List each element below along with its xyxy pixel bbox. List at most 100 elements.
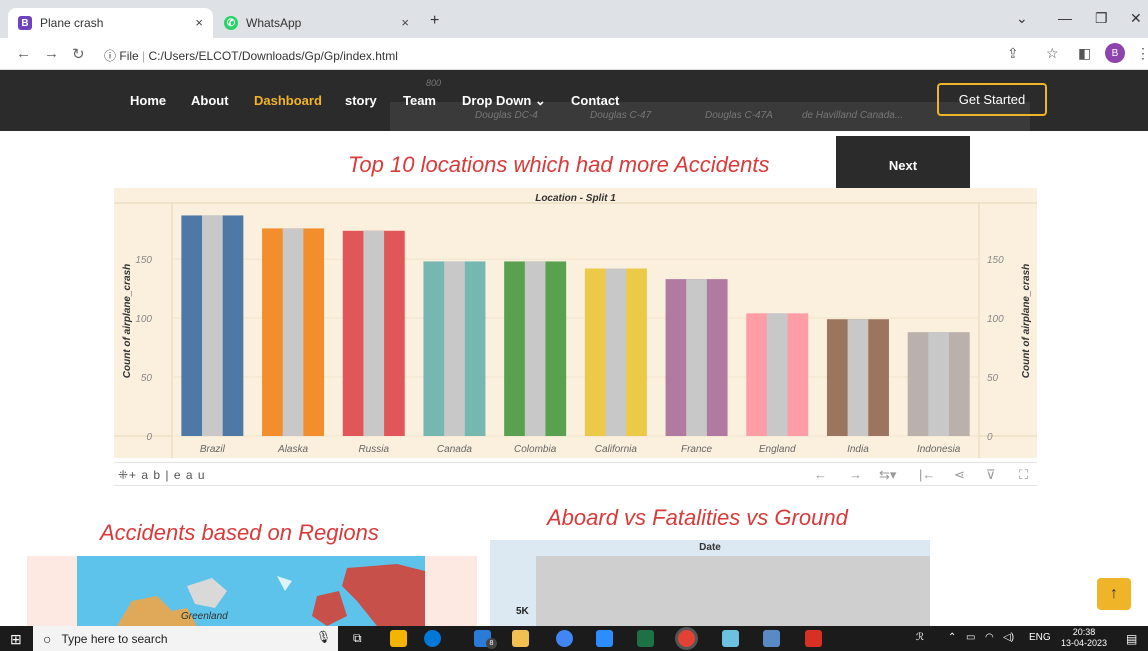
photos-icon[interactable] xyxy=(763,630,780,647)
taskbar-search[interactable]: ○ Type here to search 🎙 xyxy=(33,626,338,651)
reset-icon[interactable]: |← xyxy=(919,467,935,482)
excel-icon[interactable] xyxy=(637,630,654,647)
notifications-icon[interactable]: ▤ xyxy=(1126,632,1137,646)
share-icon[interactable]: ⇪ xyxy=(1007,45,1019,62)
new-tab-button[interactable]: + xyxy=(430,12,439,30)
tray-chevron-icon[interactable]: ⌃ xyxy=(948,632,956,643)
bar-overlay xyxy=(524,261,546,436)
browser-toolbar: ← → ↻ ⓘ File | C:/Users/ELCOT/Downloads/… xyxy=(0,38,1148,70)
land-iceland xyxy=(277,576,292,591)
back-icon[interactable]: ← xyxy=(16,45,31,62)
date-header: Date xyxy=(699,542,721,553)
close-tab-icon[interactable]: × xyxy=(195,15,203,30)
mail-icon[interactable]: 8 xyxy=(474,630,497,649)
download-icon[interactable]: ⊽ xyxy=(986,467,996,483)
edge-icon[interactable] xyxy=(424,630,441,647)
chart-title: Location - Split 1 xyxy=(535,193,616,204)
bleed-label: de Havilland Canada... xyxy=(802,110,904,121)
fullscreen-icon[interactable]: ⛶ xyxy=(1019,467,1028,483)
minimize-icon[interactable]: — xyxy=(1058,10,1072,26)
next-button[interactable]: Next xyxy=(836,136,970,195)
y-tick-left: 150 xyxy=(135,255,152,266)
tab-search-icon[interactable]: ⌄ xyxy=(1016,10,1028,27)
bootstrap-icon: B xyxy=(18,16,32,30)
tab-title: WhatsApp xyxy=(246,16,302,30)
side-panel-icon[interactable]: ◧ xyxy=(1078,45,1091,62)
x-tick-label: Brazil xyxy=(200,444,226,455)
url-prefix: File xyxy=(119,49,139,63)
tab-whatsapp[interactable]: ✆ WhatsApp × xyxy=(214,8,419,38)
profile-avatar[interactable]: B xyxy=(1105,43,1125,63)
land-europe xyxy=(312,591,347,626)
aboard-fatalities-viz[interactable]: Date 5K xyxy=(490,540,930,626)
mic-icon[interactable]: 🎙 xyxy=(316,630,331,644)
y-tick-left: 100 xyxy=(135,314,152,325)
forward-icon[interactable]: → xyxy=(44,45,59,62)
section-title-locations: Top 10 locations which had more Accident… xyxy=(348,152,770,177)
bar-overlay xyxy=(363,230,385,436)
y-tick-right: 50 xyxy=(987,373,999,384)
close-window-icon[interactable]: ✕ xyxy=(1130,10,1142,27)
bar-overlay xyxy=(928,332,949,436)
clock[interactable]: 20:38 13-04-2023 xyxy=(1061,627,1107,649)
nav-team[interactable]: Team xyxy=(403,93,436,108)
nav-dashboard[interactable]: Dashboard xyxy=(254,93,322,108)
windows-start-icon[interactable]: ⊞ xyxy=(10,631,22,648)
notification-badge: 8 xyxy=(486,638,497,649)
battery-icon[interactable]: ▭ xyxy=(966,632,975,643)
task-view-icon[interactable]: ⧉ xyxy=(353,631,362,646)
browser-tab-strip: B Plane crash × ✆ WhatsApp × + ⌄ — ❐ ✕ xyxy=(0,0,1148,38)
wifi-icon[interactable]: ◠ xyxy=(985,632,994,643)
redo-icon[interactable]: → xyxy=(849,467,862,482)
get-started-button[interactable]: Get Started xyxy=(937,83,1047,116)
y-axis-label-right: Count of airplane_crash xyxy=(1021,264,1032,378)
undo-icon[interactable]: ← xyxy=(814,467,827,482)
bookmark-star-icon[interactable]: ☆ xyxy=(1046,45,1059,62)
close-tab-icon[interactable]: × xyxy=(401,15,409,30)
file-explorer-icon[interactable] xyxy=(390,630,407,647)
address-bar[interactable]: ⓘ File | C:/Users/ELCOT/Downloads/Gp/Gp/… xyxy=(104,47,398,64)
language-indicator[interactable]: ENG xyxy=(1029,632,1051,643)
date: 13-04-2023 xyxy=(1061,638,1108,648)
bar-overlay xyxy=(202,215,223,436)
app-grid-icon[interactable] xyxy=(722,630,739,647)
nav-about[interactable]: About xyxy=(191,93,229,108)
volume-icon[interactable]: ◁) xyxy=(1003,632,1014,643)
map-label-greenland: Greenland xyxy=(181,611,228,622)
chrome-icon[interactable] xyxy=(556,630,573,647)
nav-home[interactable]: Home xyxy=(130,93,166,108)
share-viz-icon[interactable]: ⋖ xyxy=(954,467,965,483)
tableau-viz[interactable]: Location - Split 1 0 0 50 50 100 100 150 150 Coun… xyxy=(114,188,1037,458)
tab-plane-crash[interactable]: B Plane crash × xyxy=(8,8,213,38)
nav-contact[interactable]: Contact xyxy=(571,93,619,108)
x-tick-label: Russia xyxy=(358,444,389,455)
land-russia xyxy=(342,564,425,626)
bleed-label: Douglas C-47 xyxy=(590,110,652,121)
restore-icon[interactable]: ❐ xyxy=(1095,10,1108,27)
reload-icon[interactable]: ↻ xyxy=(72,45,85,63)
cortana-icon: ○ xyxy=(43,630,52,647)
people-icon[interactable]: ℛ xyxy=(916,632,924,643)
menu-dots-icon[interactable]: ⋮ xyxy=(1136,45,1148,62)
bar-overlay xyxy=(444,261,465,436)
store-icon[interactable] xyxy=(512,630,529,647)
revert-icon[interactable]: ⇆▾ xyxy=(879,467,896,483)
time: 20:38 xyxy=(1072,627,1096,637)
nav-story[interactable]: story xyxy=(345,93,377,108)
scroll-top-button[interactable]: ↑ xyxy=(1097,578,1131,610)
chrome-active-icon[interactable] xyxy=(678,630,695,647)
x-tick-label: Colombia xyxy=(514,444,557,455)
url-text: C:/Users/ELCOT/Downloads/Gp/Gp/index.htm… xyxy=(148,49,398,63)
section-title-aboard: Aboard vs Fatalities vs Ground xyxy=(547,505,848,530)
zoom-icon[interactable] xyxy=(596,630,613,647)
y-tick-right: 100 xyxy=(987,314,1004,325)
nav-dropdown[interactable]: Drop Down ⌄ xyxy=(462,93,546,109)
tableau-logo[interactable]: ⁜+ a b | e a u xyxy=(118,468,206,482)
bar-overlay xyxy=(686,279,707,436)
windows-taskbar: ⊞ ○ Type here to search 🎙 ⧉ 8 ℛ ⌃ ▭ ◠ ◁)… xyxy=(0,626,1148,651)
info-icon: ⓘ xyxy=(104,49,117,63)
y-tick-left: 0 xyxy=(146,432,152,443)
x-tick-label: Alaska xyxy=(277,444,308,455)
world-map[interactable]: Greenland xyxy=(77,556,425,626)
acrobat-icon[interactable] xyxy=(805,630,822,647)
